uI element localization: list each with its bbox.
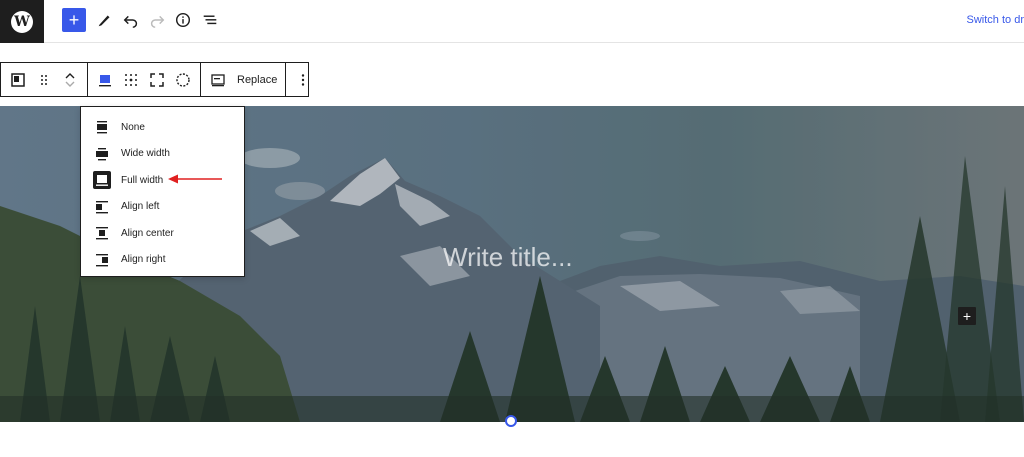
replace-button[interactable]: Replace [237, 74, 277, 86]
block-mover-group [1, 63, 88, 96]
align-center-option[interactable]: Align center [81, 220, 244, 247]
undo-icon[interactable] [121, 10, 141, 30]
replace-group: Replace [201, 63, 287, 96]
add-block-button[interactable]: + [62, 8, 86, 32]
more-options-icon[interactable] [290, 67, 316, 93]
wordpress-logo[interactable]: W [0, 0, 44, 43]
fullscreen-icon[interactable] [144, 67, 170, 93]
plus-icon: + [68, 10, 80, 30]
menu-item-label: Align right [121, 254, 166, 266]
wordpress-icon: W [11, 10, 33, 33]
circle-dashed-icon[interactable] [170, 67, 196, 93]
options-group [286, 63, 320, 96]
cover-title-placeholder[interactable]: Write title... [443, 242, 573, 273]
menu-item-label: Wide width [121, 148, 170, 160]
align-center-icon [93, 224, 111, 242]
alignment-dropdown-menu: None Wide width Full width Align left Al… [80, 106, 245, 277]
align-full-icon[interactable] [92, 67, 118, 93]
align-wide-icon [93, 145, 111, 163]
redo-icon[interactable] [147, 10, 167, 30]
block-controls-group [88, 63, 201, 96]
info-icon[interactable] [173, 10, 193, 30]
align-left-icon [93, 198, 111, 216]
cover-block-icon[interactable] [5, 67, 31, 93]
drag-handle-icon[interactable] [31, 67, 57, 93]
plus-icon: + [962, 308, 972, 324]
align-wide-option[interactable]: Wide width [81, 141, 244, 168]
menu-item-label: Full width [121, 174, 164, 186]
cover-resize-handle[interactable] [505, 415, 517, 427]
move-up-down-icon[interactable] [57, 67, 83, 93]
editor-top-bar: W + Switch to dr [0, 0, 1024, 43]
list-view-icon[interactable] [200, 10, 220, 30]
cover-add-block-button[interactable]: + [958, 307, 976, 325]
align-right-icon [93, 251, 111, 269]
align-right-option[interactable]: Align right [81, 247, 244, 274]
align-none-option[interactable]: None [81, 114, 244, 141]
grid-icon[interactable] [118, 67, 144, 93]
menu-item-label: Align left [121, 201, 160, 213]
menu-item-label: Align center [121, 227, 174, 239]
replace-image-icon[interactable] [205, 67, 231, 93]
align-none-icon [93, 118, 111, 136]
switch-to-draft-link[interactable]: Switch to dr [967, 14, 1024, 26]
annotation-arrow-icon [168, 174, 222, 184]
align-full-icon [93, 171, 111, 190]
menu-item-label: None [121, 121, 145, 133]
pen-icon[interactable] [95, 10, 115, 30]
align-left-option[interactable]: Align left [81, 194, 244, 221]
block-toolbar: Replace [0, 62, 309, 97]
